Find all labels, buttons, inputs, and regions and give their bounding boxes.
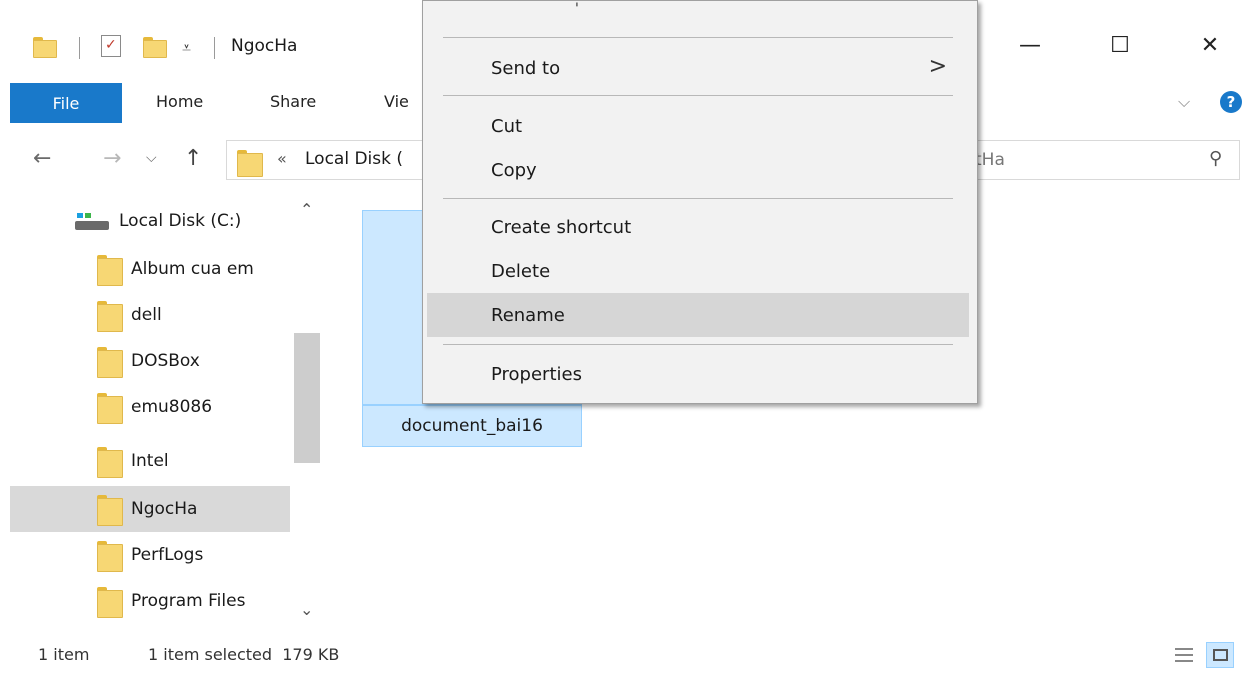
chevron-right-icon: >	[928, 54, 947, 79]
breadcrumb-overflow-icon[interactable]: «	[277, 149, 287, 168]
back-arrow-icon[interactable]: ←	[33, 146, 51, 171]
maximize-button[interactable]: ☐	[1090, 25, 1150, 65]
tab-share[interactable]: Share	[270, 92, 316, 111]
folder-icon	[97, 254, 123, 286]
folder-icon	[97, 494, 123, 526]
menu-item-rename[interactable]: Rename	[427, 293, 969, 337]
nav-item[interactable]: PerfLogs	[10, 532, 290, 578]
nav-item-label: NgocHa	[131, 499, 198, 519]
properties-check-icon[interactable]: ✓	[101, 35, 121, 57]
folder-icon	[97, 586, 123, 618]
nav-item-label: emu8086	[131, 397, 213, 417]
menu-separator	[443, 344, 953, 345]
folder-icon	[237, 149, 263, 177]
nav-item[interactable]: dell	[10, 292, 290, 338]
folder-icon	[97, 300, 123, 332]
drive-icon	[75, 211, 111, 231]
breadcrumb[interactable]: Local Disk (	[305, 149, 403, 169]
menu-item-send-to[interactable]: Send to >	[427, 46, 969, 90]
customize-quick-access-icon[interactable]: ⩡	[182, 38, 191, 58]
scroll-down-icon[interactable]: ⌄	[300, 600, 313, 619]
menu-separator	[443, 95, 953, 96]
nav-item-label: Local Disk (C:)	[119, 211, 242, 231]
menu-item-delete[interactable]: Delete	[427, 249, 969, 293]
menu-separator	[443, 198, 953, 199]
nav-item-label: DOSBox	[131, 351, 200, 371]
toolbar-divider	[214, 37, 215, 59]
file-name: document_bai16	[362, 405, 582, 447]
menu-item-label: Send to	[491, 57, 561, 79]
nav-item[interactable]: DOSBox	[10, 338, 290, 384]
large-icons-view-icon[interactable]	[1206, 642, 1234, 668]
nav-item[interactable]: Intel	[10, 438, 290, 484]
recent-locations-icon[interactable]: ⌵	[146, 150, 157, 166]
expand-ribbon-icon[interactable]: ⌵	[1178, 92, 1190, 112]
folder-icon	[97, 446, 123, 478]
folder-icon	[33, 36, 57, 58]
menu-separator	[443, 37, 953, 38]
status-item-count: 1 item	[38, 645, 90, 664]
search-text: tHa	[975, 150, 1005, 170]
window-title: NgocHa	[231, 36, 298, 56]
menu-item-partial: '	[575, 1, 579, 17]
nav-item[interactable]: Program Files	[10, 578, 290, 624]
nav-item-selected[interactable]: NgocHa	[10, 486, 290, 532]
folder-icon	[97, 346, 123, 378]
help-icon[interactable]: ?	[1220, 91, 1242, 113]
nav-item[interactable]: Album cua em	[10, 246, 290, 292]
forward-arrow-icon[interactable]: →	[103, 146, 121, 171]
search-input[interactable]: tHa ⚲	[960, 140, 1240, 180]
toolbar-divider	[79, 37, 80, 59]
nav-item-label: dell	[131, 305, 162, 325]
up-arrow-icon[interactable]: ↑	[184, 146, 202, 171]
folder-icon	[97, 392, 123, 424]
nav-item[interactable]: emu8086	[10, 384, 290, 430]
details-view-icon[interactable]	[1170, 642, 1198, 668]
nav-item-local-disk[interactable]: Local Disk (C:)	[10, 198, 290, 244]
nav-item-label: Intel	[131, 451, 169, 471]
close-button[interactable]: ✕	[1180, 25, 1240, 65]
tab-home[interactable]: Home	[156, 92, 203, 111]
scroll-up-icon[interactable]: ⌃	[300, 200, 313, 219]
status-selection: 1 item selected 179 KB	[148, 645, 340, 664]
context-menu: ' Send to > Cut Copy Create shortcut Del…	[422, 0, 978, 404]
file-explorer-window: ✓ ⩡ NgocHa — ☐ ✕ File Home Share Vie ⌵ ?…	[0, 0, 1255, 675]
nav-item-label: Album cua em	[131, 259, 254, 279]
nav-item-label: Program Files	[131, 591, 246, 611]
menu-item-properties[interactable]: Properties	[427, 352, 969, 396]
menu-item-create-shortcut[interactable]: Create shortcut	[427, 205, 969, 249]
menu-item-cut[interactable]: Cut	[427, 104, 969, 148]
folder-icon	[97, 540, 123, 572]
scrollbar-thumb[interactable]	[294, 333, 320, 463]
minimize-button[interactable]: —	[1000, 25, 1060, 65]
menu-item-copy[interactable]: Copy	[427, 148, 969, 192]
tab-view[interactable]: Vie	[384, 92, 409, 111]
new-folder-icon[interactable]	[143, 36, 167, 58]
nav-item-label: PerfLogs	[131, 545, 204, 565]
search-icon[interactable]: ⚲	[1209, 148, 1222, 169]
tab-file[interactable]: File	[10, 83, 122, 123]
